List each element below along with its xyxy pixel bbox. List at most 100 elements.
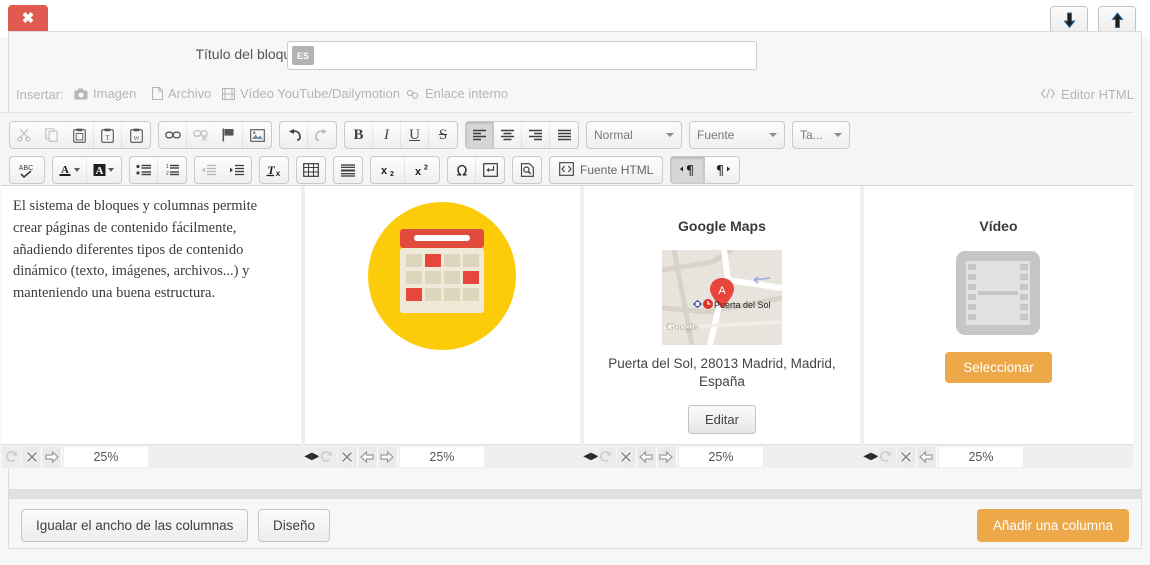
insert-image-link[interactable]: Imagen [74, 86, 136, 101]
design-button[interactable]: Diseño [258, 509, 331, 542]
video-select-button[interactable]: Seleccionar [945, 352, 1052, 383]
paste-from-word-button[interactable]: W [122, 122, 150, 148]
insert-video-link[interactable]: Vídeo YouTube/Dailymotion [222, 86, 400, 101]
delete-icon [899, 450, 913, 464]
align-left-button[interactable] [466, 122, 494, 148]
text-color-icon: A [58, 162, 82, 178]
color-group: A A [52, 156, 122, 184]
svg-text:2: 2 [424, 164, 428, 171]
map-edit-button[interactable]: Editar [687, 405, 756, 435]
table-group [296, 156, 326, 184]
cut-button[interactable] [10, 122, 38, 148]
block-title-input[interactable] [318, 43, 748, 68]
unlink-button[interactable] [187, 122, 215, 148]
horizontal-rule-icon [340, 163, 356, 177]
bulleted-list-button[interactable] [130, 157, 158, 183]
special-character-button[interactable]: Ω [448, 157, 476, 183]
outdent-button[interactable] [195, 157, 223, 183]
column-reset-button[interactable] [2, 446, 22, 467]
reset-icon [320, 450, 334, 464]
column-map-body[interactable]: Google Maps A Puerta del Sol Google Puer… [584, 186, 860, 444]
column-width-input[interactable]: 25% [64, 446, 148, 467]
underline-button[interactable]: U [401, 122, 429, 148]
svg-text:Ω: Ω [456, 163, 467, 178]
column-move-left-button[interactable] [357, 446, 378, 467]
close-button[interactable]: ✖ [8, 5, 48, 33]
text-color-button[interactable]: A [53, 157, 87, 183]
column-resize-handle[interactable]: ◀▶ [863, 451, 878, 462]
column-delete-button[interactable] [616, 446, 637, 467]
column-resize-handle[interactable]: ◀▶ [583, 451, 598, 462]
column-move-right-button[interactable] [42, 446, 62, 467]
move-block-down-button[interactable] [1050, 6, 1088, 34]
image-button[interactable] [243, 122, 271, 148]
move-block-up-button[interactable] [1098, 6, 1136, 34]
svg-text:x: x [415, 166, 422, 178]
camera-icon [74, 88, 88, 100]
move-right-icon [380, 450, 395, 464]
align-justify-button[interactable] [550, 122, 578, 148]
copy-button[interactable] [38, 122, 66, 148]
column-reset-button[interactable] [317, 446, 338, 467]
numbered-list-icon: 1 2 [164, 164, 180, 176]
align-right-button[interactable] [522, 122, 550, 148]
column-move-left-button[interactable] [916, 446, 937, 467]
table-button[interactable] [297, 157, 325, 183]
column-delete-button[interactable] [337, 446, 358, 467]
horizontal-rule-button[interactable] [334, 157, 362, 183]
column-video-body[interactable]: Vídeo Seleccionar [864, 186, 1133, 444]
text-direction-ltr-button[interactable]: ¶ [671, 157, 706, 183]
column-delete-button[interactable] [896, 446, 917, 467]
strikethrough-button[interactable]: S [429, 122, 457, 148]
equalize-columns-button[interactable]: Igualar el ancho de las columnas [21, 509, 249, 542]
align-center-button[interactable] [494, 122, 522, 148]
column-width-input[interactable]: 25% [678, 446, 763, 467]
preview-button[interactable] [513, 157, 541, 183]
link-button[interactable] [159, 122, 187, 148]
align-left-icon [472, 129, 487, 141]
indent-button[interactable] [223, 157, 251, 183]
column-text-body[interactable]: El sistema de bloques y columnas permite… [1, 186, 301, 444]
insert-file-link[interactable]: Archivo [152, 86, 211, 101]
text-direction-rtl-button[interactable]: ¶ [705, 157, 739, 183]
anchor-button[interactable] [215, 122, 243, 148]
add-column-button[interactable]: Añadir una columna [976, 509, 1129, 542]
column-move-right-button[interactable] [656, 446, 677, 467]
column-width-input[interactable]: 25% [938, 446, 1023, 467]
map-thumbnail[interactable]: A Puerta del Sol Google [596, 250, 848, 345]
column-width-input[interactable]: 25% [399, 446, 484, 467]
column-move-left-button[interactable] [636, 446, 657, 467]
font-size-select[interactable]: Ta... [792, 121, 850, 149]
column-delete-button[interactable] [22, 446, 42, 467]
insert-internal-link[interactable]: Enlace interno [406, 86, 508, 101]
column-map-caption: Puerta del Sol, 28013 Madrid, Madrid, Es… [608, 356, 836, 390]
numbered-list-button[interactable]: 1 2 [158, 157, 186, 183]
paste-button[interactable] [66, 122, 94, 148]
html-source-button[interactable]: Fuente HTML [549, 156, 664, 184]
text-direction-ltr-icon: ¶ [678, 163, 698, 178]
bold-button[interactable]: B [345, 122, 373, 148]
background-color-button[interactable]: A [87, 157, 121, 183]
insert-bar: Insertar: Imagen Archivo Vídeo YouTube/D… [8, 84, 1142, 110]
paragraph-format-select[interactable]: Normal [586, 121, 682, 149]
remove-format-group: T x [259, 156, 289, 184]
block-title-field[interactable]: ES [287, 41, 757, 70]
column-image-body[interactable] [305, 186, 580, 444]
column-reset-button[interactable] [876, 446, 897, 467]
font-family-select[interactable]: Fuente [689, 121, 785, 149]
remove-format-button[interactable]: T x [260, 157, 288, 183]
italic-button[interactable]: I [373, 122, 401, 148]
subscript-button[interactable]: x 2 [371, 157, 405, 183]
html-editor-link[interactable]: Editor HTML [1040, 87, 1134, 102]
undo-button[interactable] [280, 122, 308, 148]
redo-button[interactable] [308, 122, 336, 148]
clipboard-text-icon: T [101, 128, 114, 143]
column-resize-handle[interactable]: ◀▶ [304, 451, 319, 462]
page-break-button[interactable] [476, 157, 504, 183]
spellcheck-button[interactable]: ABC [10, 157, 44, 183]
spellcheck-group: ABC [9, 156, 45, 184]
paste-as-text-button[interactable]: T [94, 122, 122, 148]
superscript-button[interactable]: x 2 [405, 157, 439, 183]
column-reset-button[interactable] [596, 446, 617, 467]
column-move-right-button[interactable] [377, 446, 398, 467]
